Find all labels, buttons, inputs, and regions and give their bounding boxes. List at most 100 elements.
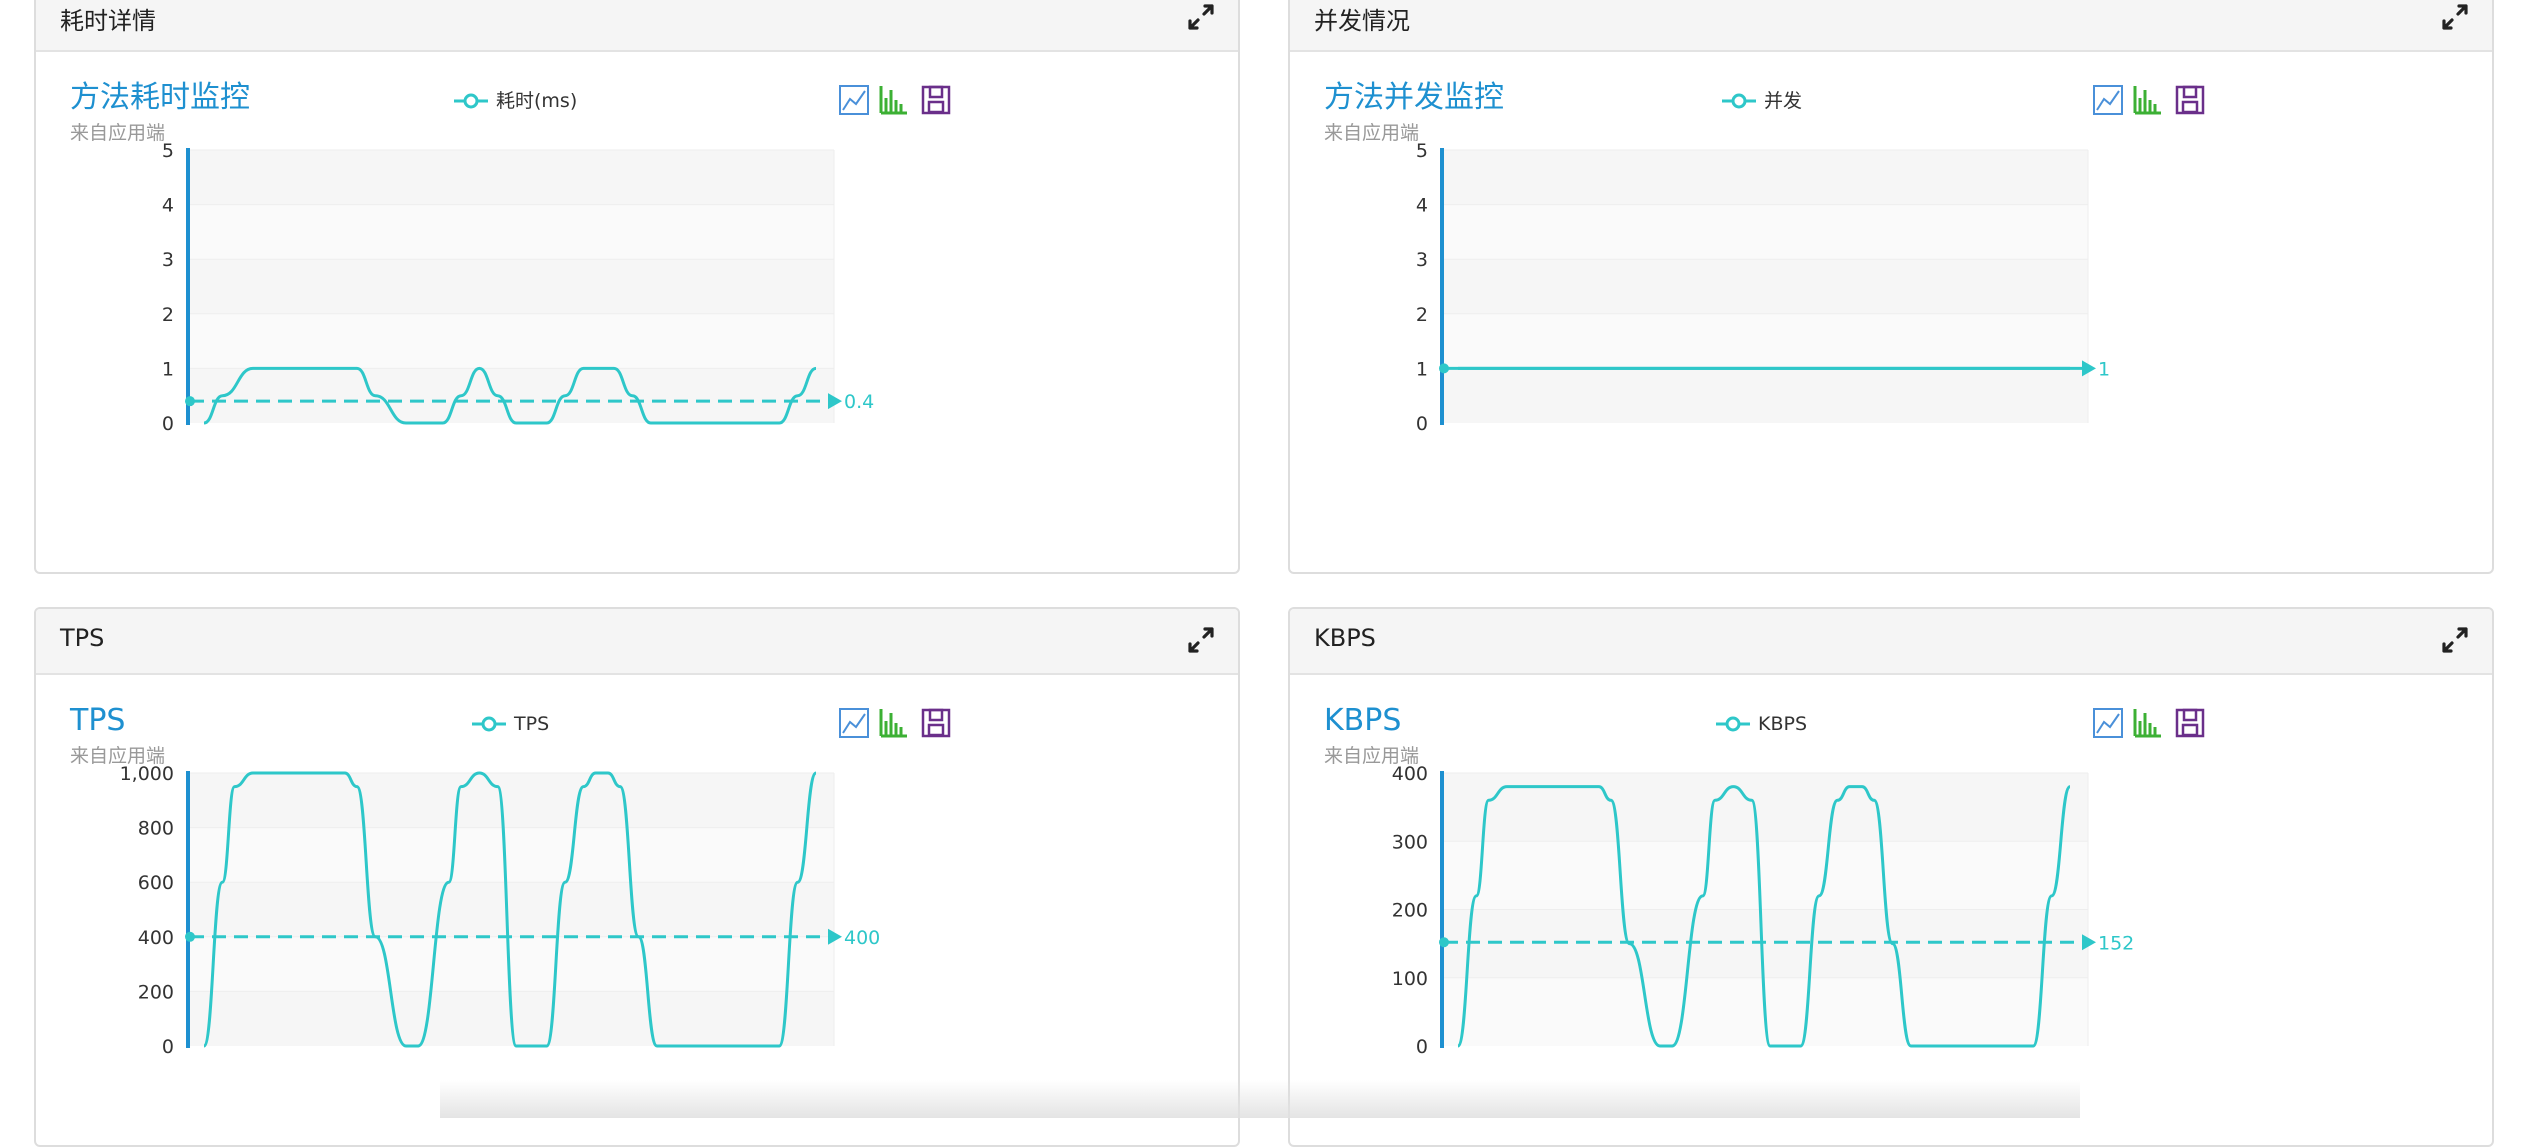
save-icon[interactable]	[921, 708, 951, 738]
chart-title: TPS	[69, 703, 125, 738]
duration-chart: 方法耗时监控来自应用端 耗时(ms) 0 1 2 3 4 5 0.4	[70, 80, 951, 435]
line-chart-icon-stroke	[2096, 90, 2120, 111]
y-tick-label: 400	[138, 927, 174, 949]
y-tick-label: 5	[162, 140, 174, 162]
legend-symbol-dot	[463, 93, 479, 109]
line-chart-icon[interactable]	[2093, 708, 2123, 738]
line-chart-icon-stroke	[842, 713, 866, 734]
y-tick-label: 0	[1416, 413, 1428, 435]
grid-band	[1442, 150, 2088, 205]
save-icon-body	[921, 708, 951, 738]
kbps-panel: KBPS KBPS 来自应用端 KBPS 0 100 200 300 400 152	[1288, 607, 2494, 1147]
concurrency-panel: 并发情况 方法并发监控 来自应用端 并发 0 1 2 3 4 5 1	[1288, 0, 2494, 574]
grid-band	[188, 204, 834, 260]
mark-line-label: 400	[844, 927, 880, 949]
panel-title: 耗时详情	[60, 7, 156, 35]
panel-title: 并发情况	[1314, 7, 1410, 35]
legend-label: 耗时(ms)	[496, 90, 577, 112]
line-chart-icon[interactable]	[839, 708, 869, 738]
y-tick-label: 600	[138, 872, 174, 894]
y-tick-label: 300	[1392, 831, 1428, 853]
grid-band	[188, 259, 834, 314]
y-tick-label: 100	[1392, 968, 1428, 990]
save-icon-label	[927, 100, 945, 114]
y-tick-label: 5	[1416, 140, 1428, 162]
save-icon-shutter	[928, 708, 944, 722]
panel-header: 耗时详情	[36, 0, 1238, 52]
y-tick-label: 0	[162, 1036, 174, 1058]
save-icon-body	[2175, 708, 2205, 738]
grid-band	[188, 150, 834, 205]
bar-chart-icon[interactable]	[2133, 709, 2161, 738]
save-icon-body	[2175, 85, 2205, 115]
panel-title: KBPS	[1314, 624, 1376, 652]
grid-band	[1442, 841, 2088, 910]
save-icon-label	[2181, 723, 2199, 737]
bar-chart-icon-bars	[879, 86, 907, 115]
line-chart-icon[interactable]	[2093, 85, 2123, 115]
bar-chart-icon[interactable]	[2133, 86, 2161, 115]
mark-line-arrow	[2082, 360, 2096, 377]
bar-chart-icon[interactable]	[879, 709, 907, 738]
save-icon[interactable]	[921, 85, 951, 115]
grid-band	[1442, 204, 2088, 260]
panel-header: KBPS	[1290, 609, 2492, 675]
mark-line-label: 1	[2098, 358, 2110, 380]
grid-band	[188, 368, 834, 423]
y-tick-label: 4	[162, 195, 174, 217]
y-tick-label: 1	[162, 358, 174, 380]
legend-label: 并发	[1764, 90, 1802, 112]
save-icon-label	[2181, 100, 2199, 114]
legend-item[interactable]: 耗时(ms)	[454, 90, 577, 112]
panel-header: 并发情况	[1290, 0, 2492, 52]
save-icon[interactable]	[2175, 85, 2205, 115]
bar-chart-icon-bars	[2133, 709, 2161, 738]
grid	[188, 149, 835, 423]
chart-title: KBPS	[1324, 703, 1401, 738]
legend-label: KBPS	[1758, 713, 1807, 735]
y-tick-label: 3	[1416, 249, 1428, 271]
expand-icon[interactable]	[2440, 2, 2470, 32]
save-icon-shutter	[2182, 708, 2198, 722]
mark-line-label: 0.4	[844, 391, 874, 413]
grid-band	[188, 827, 834, 883]
y-tick-label: 1,000	[120, 763, 174, 785]
panel-title: TPS	[60, 624, 105, 652]
legend-item[interactable]: 并发	[1722, 90, 1802, 112]
chart-subtitle: 来自应用端	[70, 122, 165, 144]
y-tick-label: 200	[138, 981, 174, 1003]
y-tick-label: 800	[138, 818, 174, 840]
y-tick-label: 1	[1416, 358, 1428, 380]
legend-item[interactable]: TPS	[472, 713, 549, 735]
expand-icon[interactable]	[1186, 625, 1216, 655]
panel-header: TPS	[36, 609, 1238, 675]
y-tick-label: 400	[1392, 763, 1428, 785]
legend-symbol-dot	[1731, 93, 1747, 109]
duration-panel: 耗时详情 方法耗时监控 来自应用端 耗时(ms) 0 1 2 3 4 5 0.4	[34, 0, 1240, 574]
chart-title: 方法并发监控	[1324, 80, 1504, 115]
y-tick-label: 2	[162, 304, 174, 326]
bar-chart-icon[interactable]	[879, 86, 907, 115]
save-icon-shutter	[928, 85, 944, 99]
save-icon-shutter	[2182, 85, 2198, 99]
grid-band	[188, 773, 834, 828]
legend-item[interactable]: KBPS	[1716, 713, 1807, 735]
save-icon[interactable]	[2175, 708, 2205, 738]
expand-icon[interactable]	[1186, 2, 1216, 32]
tps-chart: TPS来自应用端TPS02004006008001,000400	[69, 703, 951, 1058]
save-icon-label	[927, 723, 945, 737]
expand-icon[interactable]	[2440, 625, 2470, 655]
kbps-chart: KBPS来自应用端KBPS0100200300400152	[1324, 703, 2205, 1058]
mark-line-arrow	[2082, 934, 2096, 951]
y-tick-label: 200	[1392, 900, 1428, 922]
grid-band	[1442, 313, 2088, 369]
mark-line-label: 152	[2098, 932, 2134, 954]
mark-line-arrow	[828, 393, 842, 410]
grid-band	[188, 882, 834, 937]
concurrency-chart: 方法并发监控来自应用端 并发 0 1 2 3 4 5 1	[1324, 80, 2205, 435]
save-icon-body	[921, 85, 951, 115]
mark-line-arrow	[828, 928, 842, 945]
bar-chart-icon-bars	[2133, 86, 2161, 115]
line-chart-icon[interactable]	[839, 85, 869, 115]
y-tick-label: 0	[1416, 1036, 1428, 1058]
